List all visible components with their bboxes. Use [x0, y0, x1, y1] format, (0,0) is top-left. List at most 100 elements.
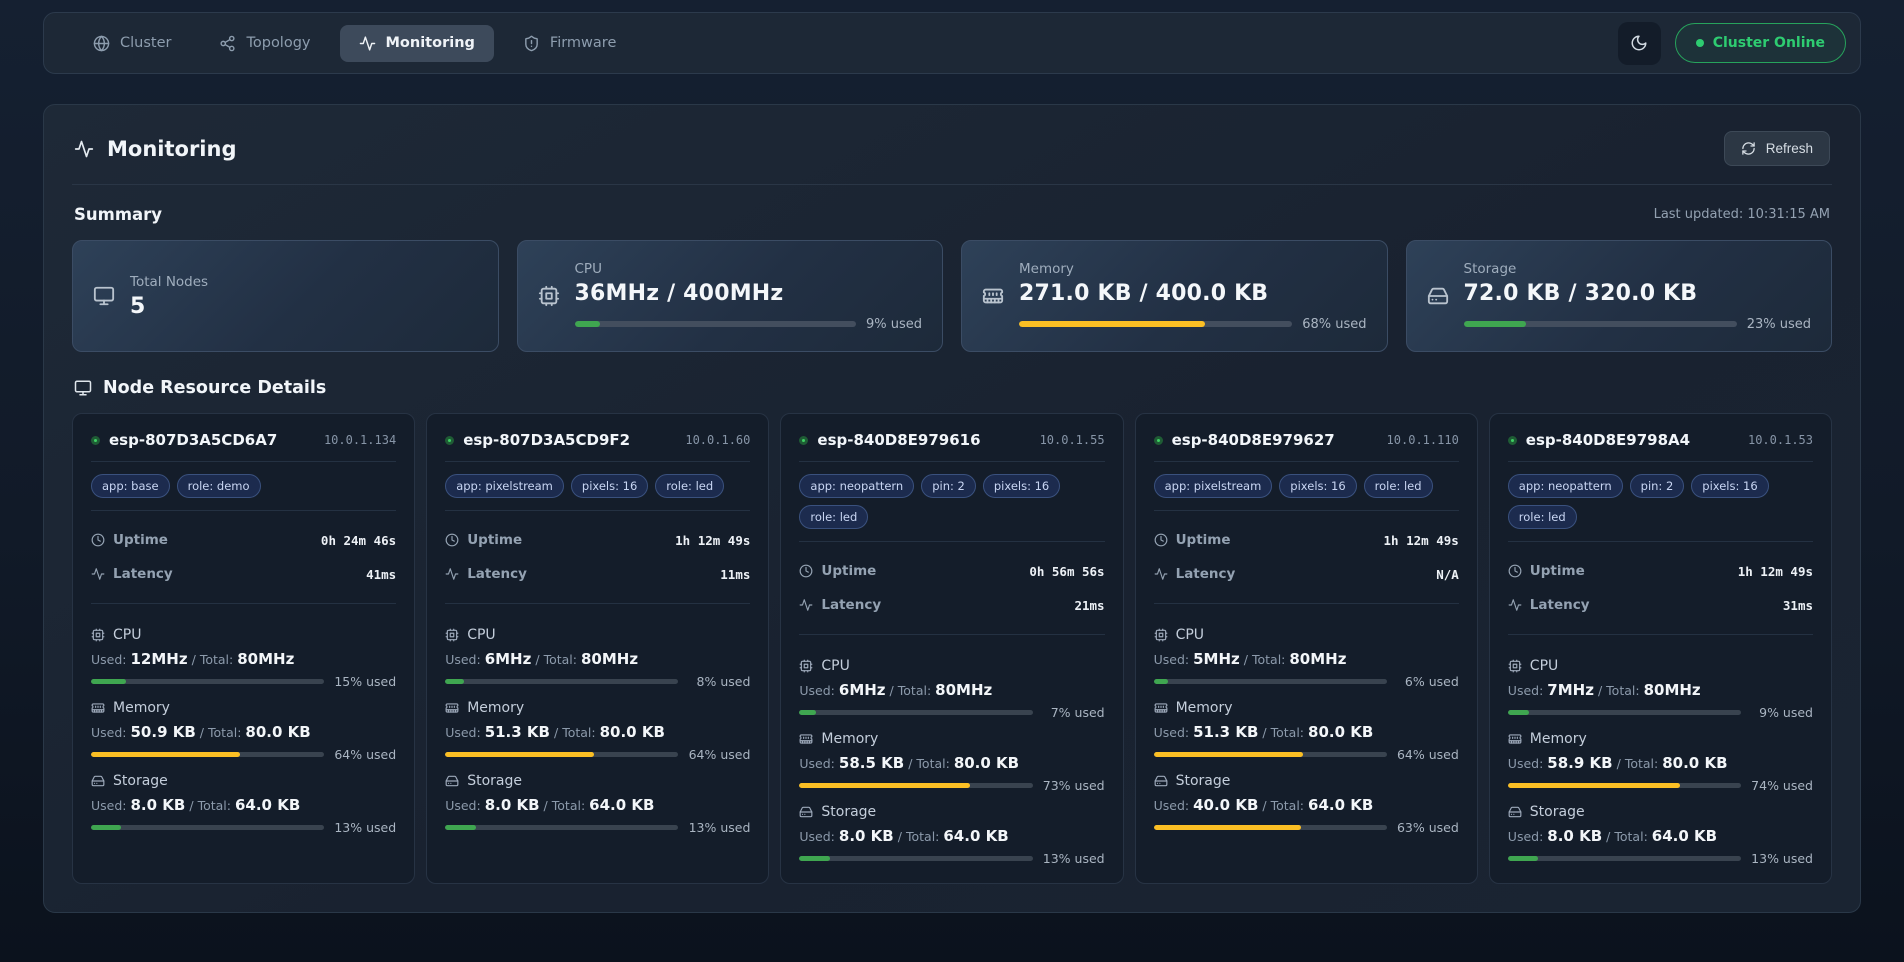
used-prefix: Used:	[1154, 725, 1190, 740]
tab-label: Firmware	[550, 35, 616, 51]
theme-toggle-button[interactable]	[1618, 22, 1661, 65]
separator: /	[908, 756, 912, 771]
uptime-value: 1h 12m 49s	[1384, 533, 1459, 548]
storage-progress-bar-label: 23% used	[1747, 317, 1811, 332]
memory-progress-bar-track	[1508, 783, 1741, 788]
activity-icon	[1154, 567, 1168, 581]
used-value: 51.3 KB	[485, 723, 550, 741]
storage-progress-bar-label: 63% used	[1397, 820, 1459, 835]
divider	[445, 461, 750, 462]
latency-label-group: Latency	[445, 566, 527, 582]
cluster-status-badge[interactable]: Cluster Online	[1675, 23, 1846, 63]
summary-card-body: CPU36MHz / 400MHz9% used	[575, 261, 923, 332]
node-ip: 10.0.1.53	[1748, 433, 1813, 447]
cpu-icon	[799, 659, 813, 673]
tab-label: Cluster	[120, 35, 171, 51]
total-prefix: Total:	[200, 652, 233, 667]
used-value: 7MHz	[1547, 681, 1594, 699]
total-prefix: Total:	[208, 725, 241, 740]
storage-progress-bar-row: 13% used	[1508, 851, 1813, 866]
memory-metric: MemoryUsed:58.9 KB/Total:80.0 KB74% used	[1508, 731, 1813, 793]
refresh-button[interactable]: Refresh	[1724, 131, 1830, 166]
latency-label: Latency	[113, 566, 173, 582]
clock-icon	[91, 533, 105, 547]
metric-label: Memory	[821, 731, 878, 747]
total-prefix: Total:	[1271, 798, 1304, 813]
storage-icon	[1508, 805, 1522, 819]
cluster-icon	[93, 35, 110, 52]
cpu-progress-bar-track	[91, 679, 324, 684]
storage-progress-bar-track	[91, 825, 324, 830]
cpu-icon	[1154, 628, 1168, 642]
storage-progress-bar-track	[799, 856, 1032, 861]
summary-card-memory: Memory271.0 KB / 400.0 KB68% used	[961, 240, 1388, 352]
memory-icon	[982, 285, 1004, 307]
used-prefix: Used:	[91, 725, 127, 740]
latency-row: Latency 11ms	[445, 566, 750, 582]
latency-value: 21ms	[1074, 598, 1104, 613]
tab-topology[interactable]: Topology	[200, 25, 329, 62]
divider	[91, 510, 396, 511]
metric-usage: Used:40.0 KB/Total:64.0 KB	[1154, 796, 1459, 814]
uptime-row: Uptime0h 56m 56s	[799, 563, 1104, 579]
clock-icon	[1508, 564, 1522, 578]
tab-monitoring[interactable]: Monitoring	[340, 25, 494, 62]
storage-progress-bar-fill	[445, 825, 475, 830]
metric-label: CPU	[1530, 658, 1558, 674]
metric-label: Memory	[1530, 731, 1587, 747]
node-card: esp-840D8E97962710.0.1.110app: pixelstre…	[1135, 413, 1478, 884]
metric-usage: Used:51.3 KB/Total:80.0 KB	[445, 723, 750, 741]
used-prefix: Used:	[1154, 652, 1190, 667]
node-tags: app: baserole: demo	[91, 474, 396, 498]
node-ip: 10.0.1.110	[1387, 433, 1459, 447]
metric-label-group: Memory	[1154, 700, 1459, 716]
storage-metric: StorageUsed:8.0 KB/Total:64.0 KB13% used	[1508, 804, 1813, 866]
memory-progress-bar-fill	[1154, 752, 1303, 757]
used-prefix: Used:	[799, 829, 835, 844]
latency-label-group: Latency	[91, 566, 173, 582]
latency-value: 11ms	[720, 567, 750, 582]
monitor-icon	[74, 379, 92, 397]
total-prefix: Total:	[1252, 652, 1285, 667]
metric-usage: Used:51.3 KB/Total:80.0 KB	[1154, 723, 1459, 741]
storage-icon	[1154, 774, 1168, 788]
uptime-label-group: Uptime	[445, 532, 522, 548]
storage-progress-bar-row: 13% used	[91, 820, 396, 835]
total-value: 80.0 KB	[1308, 723, 1373, 741]
uptime-label: Uptime	[467, 532, 522, 548]
latency-row: Latency41ms	[91, 566, 396, 582]
used-prefix: Used:	[445, 725, 481, 740]
cpu-progress-bar-track	[1154, 679, 1387, 684]
node-tag: pixels: 16	[1691, 474, 1768, 498]
activity-icon	[445, 567, 459, 581]
memory-progress-bar-row: 68% used	[1019, 317, 1367, 332]
node-tag: pixels: 16	[1279, 474, 1356, 498]
tab-firmware[interactable]: Firmware	[504, 25, 635, 62]
monitoring-icon	[359, 35, 376, 52]
cpu-progress-bar-label: 7% used	[1043, 705, 1105, 720]
cpu-progress-bar-track	[1508, 710, 1741, 715]
storage-metric: StorageUsed:8.0 KB/Total:64.0 KB13% used	[799, 804, 1104, 866]
memory-progress-bar-label: 68% used	[1302, 317, 1366, 332]
node-name: esp-807D3A5CD6A7	[109, 431, 315, 449]
memory-metric: MemoryUsed:51.3 KB/Total:80.0 KB64% used	[445, 700, 750, 762]
cpu-progress-bar-label: 6% used	[1397, 674, 1459, 689]
summary-card-value: 36MHz / 400MHz	[575, 281, 923, 306]
metric-label: Storage	[467, 773, 522, 789]
total-value: 80MHz	[581, 650, 638, 668]
separator: /	[1244, 652, 1248, 667]
divider	[91, 461, 396, 462]
metric-label: CPU	[1176, 627, 1204, 643]
refresh-icon	[1741, 141, 1756, 156]
node-tag: app: pixelstream	[445, 474, 564, 498]
used-prefix: Used:	[1508, 829, 1544, 844]
activity-icon	[91, 567, 105, 581]
memory-icon	[1508, 732, 1522, 746]
separator: /	[1606, 829, 1610, 844]
node-tag: app: pixelstream	[1154, 474, 1273, 498]
cpu-progress-bar-track	[445, 679, 678, 684]
tab-cluster[interactable]: Cluster	[74, 25, 190, 62]
storage-progress-bar-fill	[799, 856, 829, 861]
used-value: 12MHz	[131, 650, 188, 668]
memory-progress-bar-track	[445, 752, 678, 757]
